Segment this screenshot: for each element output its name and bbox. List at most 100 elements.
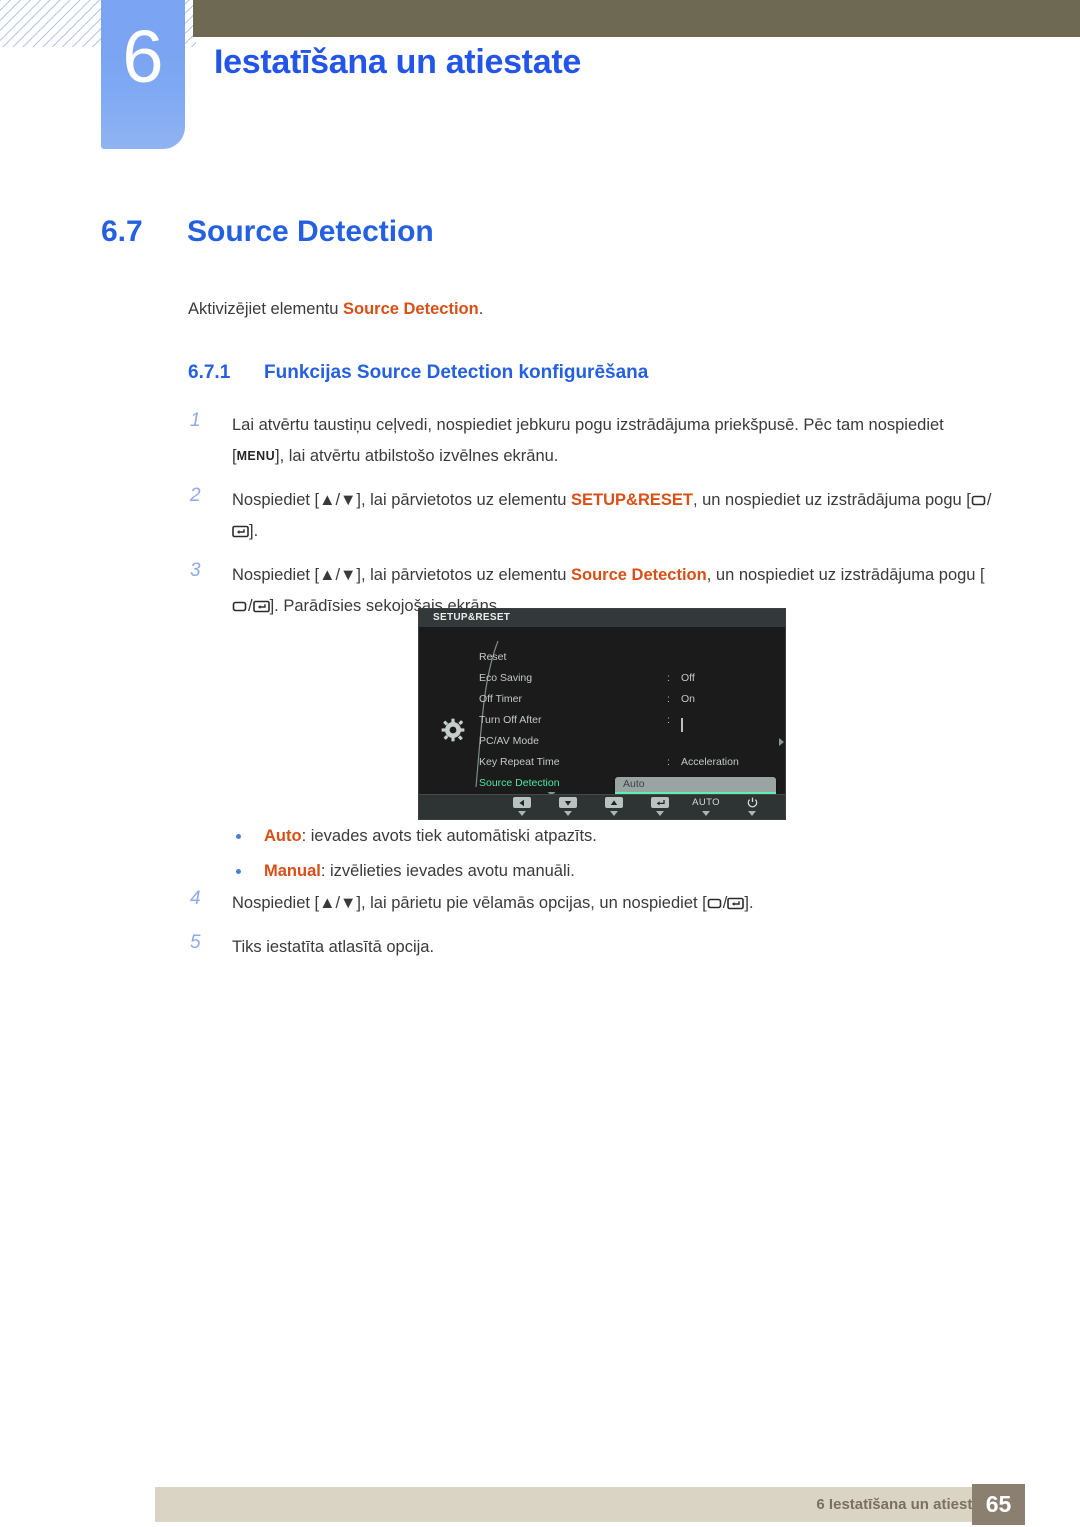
osd-row-colon: : — [667, 693, 670, 705]
osd-row-label: PC/AV Mode — [479, 735, 539, 747]
slider-track — [681, 718, 683, 732]
osd-button-enter[interactable] — [637, 795, 683, 816]
dropdown-option-auto[interactable]: Auto — [615, 777, 776, 792]
osd-row-pc-av-mode[interactable]: PC/AV Mode — [479, 731, 785, 752]
osd-row-value: Acceleration — [681, 756, 739, 768]
chapter-number: 6 — [122, 15, 164, 98]
arrow-up-icon — [605, 797, 623, 808]
menu-key-glyph: MENU — [236, 449, 275, 463]
step-list-after: 4 Nospiediet [▲/▼], lai pārietu pie vēla… — [188, 888, 1000, 976]
chevron-right-icon — [779, 738, 784, 746]
step-item: 5 Tiks iestatīta atlasītā opcija. — [188, 932, 1000, 963]
step-text: Tiks iestatīta atlasītā opcija. — [232, 938, 435, 956]
step-text-c: , un nospiediet uz izstrādājuma pogu [ — [706, 566, 985, 584]
step-text: Nospiediet [▲/▼], lai pārvietotos uz ele… — [232, 485, 1000, 547]
power-icon — [747, 797, 758, 808]
bullet-desc: : izvēlieties ievades avotu manuāli. — [320, 862, 575, 880]
button-indicator-triangle — [748, 811, 756, 816]
osd-row-label: Key Repeat Time — [479, 756, 560, 768]
osd-row-value: Off — [681, 672, 695, 684]
osd-row-off-timer[interactable]: Off Timer : On — [479, 689, 785, 710]
step-list-before: 1 Lai atvērtu taustiņu ceļvedi, nospiedi… — [188, 410, 1000, 635]
osd-row-label: Source Detection — [479, 777, 560, 789]
step-text: Nospiediet [▲/▼], lai pārietu pie vēlamā… — [232, 888, 1000, 919]
step-item: 2 Nospiediet [▲/▼], lai pārvietotos uz e… — [188, 485, 1000, 547]
osd-row-list: Reset Eco Saving : Off Off Timer : On Tu… — [479, 647, 785, 794]
enter-icon — [651, 797, 669, 808]
intro-highlight: Source Detection — [343, 300, 479, 318]
bullet-item-auto: Auto: ievades avots tiek automātiski atp… — [236, 824, 936, 848]
osd-button-down[interactable] — [545, 795, 591, 816]
intro-suffix: . — [478, 300, 484, 318]
button-indicator-triangle — [702, 811, 710, 816]
osd-footer-buttons: AUTO — [419, 794, 785, 819]
step-text-b: ], lai pārvietotos uz elementu — [356, 491, 572, 509]
step-number: 1 — [190, 410, 201, 431]
section-intro: Aktivizējiet elementu Source Detection. — [188, 296, 483, 322]
gear-icon — [440, 717, 466, 743]
osd-row-value: On — [681, 693, 696, 705]
button-indicator-triangle — [656, 811, 664, 816]
section-title: Source Detection — [187, 215, 434, 248]
subsection-heading: 6.7.1 Funkcijas Source Detection konfigur… — [188, 362, 648, 384]
osd-row-key-repeat-time[interactable]: Key Repeat Time : Acceleration — [479, 752, 785, 773]
enter-button-icon — [727, 897, 745, 910]
updown-arrows-glyph: ▲/▼ — [319, 566, 357, 584]
step-number: 2 — [190, 485, 201, 506]
step-number: 3 — [190, 560, 201, 581]
osd-row-label: Turn Off After — [479, 714, 542, 726]
osd-row-turn-off-after[interactable]: Turn Off After : 10h — [479, 710, 785, 732]
bullet-term: Auto — [264, 827, 302, 845]
source-button-icon — [232, 600, 248, 613]
osd-row-colon: : — [667, 714, 670, 726]
step-text-b: ], lai pārvietotos uz elementu — [356, 566, 572, 584]
footer-chapter-label: 6 Iestatīšana un atiestate — [816, 1496, 994, 1513]
bullet-term: Manual — [264, 862, 321, 880]
step-highlight: Source Detection — [571, 566, 707, 584]
osd-menu-screenshot: SETUP&RESET Reset Eco Saving: Off Off T… — [418, 608, 786, 820]
step-item: 1 Lai atvērtu taustiņu ceļvedi, nospiedi… — [188, 410, 1000, 472]
updown-arrows-glyph: ▲/▼ — [319, 894, 357, 912]
step-item: 4 Nospiediet [▲/▼], lai pārietu pie vēla… — [188, 888, 1000, 919]
osd-row-label: Reset — [479, 651, 507, 663]
osd-row-reset[interactable]: Reset — [479, 647, 785, 668]
osd-row-eco-saving[interactable]: Eco Saving : Off — [479, 668, 785, 689]
enter-button-icon — [252, 600, 270, 613]
osd-button-left[interactable] — [499, 795, 545, 816]
section-heading: 6.7 Source Detection — [101, 215, 434, 249]
step-number: 4 — [190, 888, 201, 909]
source-button-icon — [971, 494, 987, 507]
osd-row-colon: : — [667, 756, 670, 768]
step-text-a: Nospiediet [ — [232, 894, 320, 912]
button-indicator-triangle — [610, 811, 618, 816]
option-description-list: Auto: ievades avots tiek automātiski atp… — [236, 824, 936, 894]
osd-title: SETUP&RESET — [419, 609, 785, 627]
step-text-b: ], lai atvērtu atbilstošo izvēlnes ekrān… — [275, 447, 559, 465]
osd-row-colon: : — [667, 672, 670, 684]
intro-prefix: Aktivizējiet elementu — [188, 300, 343, 318]
arrow-left-icon — [513, 797, 531, 808]
osd-row-label: Off Timer — [479, 693, 522, 705]
enter-button-icon — [232, 525, 249, 538]
step-text: Lai atvērtu taustiņu ceļvedi, nospiediet… — [232, 410, 1000, 472]
step-number: 5 — [190, 932, 201, 953]
chapter-title: Iestatīšana un atiestate — [214, 43, 581, 81]
subsection-number: 6.7.1 — [188, 362, 231, 383]
osd-button-power[interactable] — [729, 795, 775, 816]
updown-arrows-glyph: ▲/▼ — [319, 491, 357, 509]
step-text-c: ]. — [744, 894, 754, 912]
header-olive-bar — [193, 0, 1080, 37]
subsection-title: Funkcijas Source Detection konfigurēšana — [264, 362, 649, 383]
osd-button-up[interactable] — [591, 795, 637, 816]
osd-row-label: Eco Saving — [479, 672, 533, 684]
button-indicator-triangle — [518, 811, 526, 816]
bullet-desc: : ievades avots tiek automātiski atpazīt… — [301, 827, 597, 845]
step-text-a: Nospiediet [ — [232, 491, 320, 509]
step-text-c: , un nospiediet uz izstrādājuma pogu [ — [692, 491, 971, 509]
step-text-a: Nospiediet [ — [232, 566, 320, 584]
auto-label: AUTO — [692, 797, 720, 808]
osd-body: Reset Eco Saving : Off Off Timer : On Tu… — [419, 627, 785, 807]
osd-button-auto[interactable]: AUTO — [683, 795, 729, 816]
page-number: 65 — [972, 1484, 1025, 1525]
document-page: 6 Iestatīšana un atiestate 6.7 Source Det… — [0, 0, 1080, 1527]
